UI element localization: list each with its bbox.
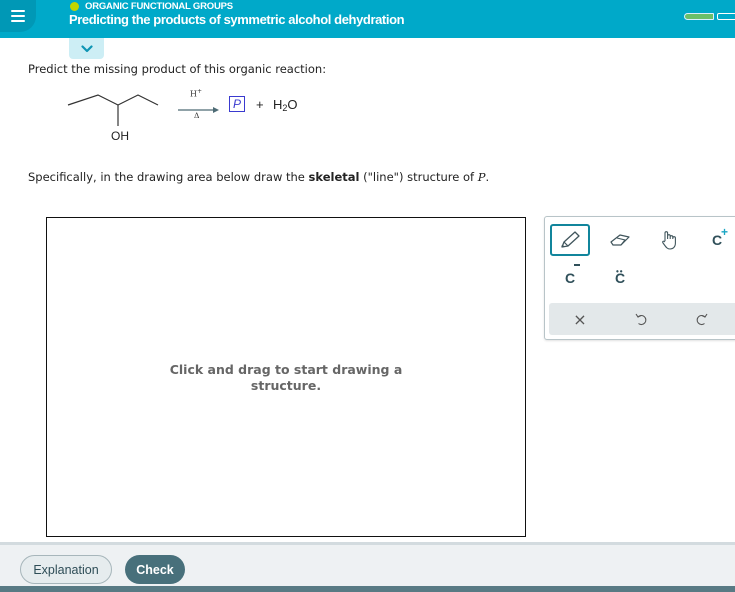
drawing-canvas[interactable]: Click and drag to start drawing a struct…	[46, 217, 526, 537]
positive-charge-icon: C +	[712, 225, 728, 248]
instruction-text-mid: ("line") structure of	[359, 170, 478, 184]
hand-icon	[662, 231, 676, 250]
redo-icon	[696, 313, 708, 326]
lone-pair-icon: C ••	[615, 267, 625, 286]
positive-charge-tool-button[interactable]: C +	[697, 224, 735, 256]
reaction-scheme	[67, 94, 219, 126]
hamburger-menu-icon	[11, 10, 25, 22]
negative-charge-icon: C	[564, 264, 580, 286]
topic-status-dot-icon	[70, 1, 79, 11]
lone-pair-tool-button[interactable]: C ••	[600, 262, 640, 294]
eraser-tool-button[interactable]	[600, 224, 640, 256]
reagent-acid-main: H	[190, 89, 197, 99]
product-placeholder: P	[229, 96, 245, 112]
drawing-instruction: Specifically, in the drawing area below …	[28, 170, 489, 184]
lone-pair-dots: ••	[615, 267, 624, 276]
top-bar: ORGANIC FUNCTIONAL GROUPS Predicting the…	[0, 0, 735, 38]
byproduct-water: H2O	[273, 97, 298, 113]
progress-indicator	[684, 13, 735, 20]
undo-icon	[635, 313, 647, 326]
topic-line: ORGANIC FUNCTIONAL GROUPS	[70, 0, 233, 12]
instruction-period: .	[485, 170, 490, 184]
explanation-button[interactable]: Explanation	[20, 555, 112, 584]
instruction-bold: skeletal	[308, 170, 360, 184]
chevron-down-icon	[80, 44, 93, 52]
charge-atom-label: C	[564, 270, 576, 286]
menu-button[interactable]	[0, 0, 36, 32]
clear-button[interactable]: ×	[560, 303, 600, 335]
reagent-acid: H+	[190, 88, 202, 99]
reagent-acid-charge: +	[196, 88, 203, 95]
canvas-hint: Click and drag to start drawing a struct…	[47, 362, 525, 394]
water-o: O	[287, 97, 298, 112]
reaction-plus: +	[256, 97, 264, 112]
drawing-toolbar: C + C C •• ×	[544, 216, 735, 340]
instruction-text: Specifically, in the drawing area below …	[28, 170, 309, 184]
canvas-hint-line2: structure.	[250, 378, 322, 393]
page-title: Predicting the products of symmetric alc…	[69, 12, 405, 27]
water-h: H	[273, 97, 283, 112]
question-prompt: Predict the missing product of this orga…	[28, 62, 327, 76]
topic-label: ORGANIC FUNCTIONAL GROUPS	[85, 0, 233, 12]
canvas-hint-line1: Click and drag to start drawing a	[169, 362, 403, 377]
close-icon: ×	[573, 309, 587, 329]
eraser-icon	[610, 234, 630, 246]
pencil-icon	[561, 231, 580, 248]
undo-button[interactable]	[621, 303, 661, 335]
bottom-strip	[0, 586, 735, 592]
negative-charge-tool-button[interactable]: C	[550, 262, 590, 294]
action-bar: ×	[549, 303, 735, 335]
minus-sign	[573, 264, 580, 266]
progress-segment-empty	[717, 13, 735, 20]
hand-tool-button[interactable]	[649, 224, 689, 256]
reactant-skeleton	[67, 94, 159, 106]
plus-sign: +	[720, 225, 728, 239]
redo-button[interactable]	[682, 303, 722, 335]
pencil-tool-button[interactable]	[550, 224, 590, 256]
reagent-heat: Δ	[194, 111, 200, 120]
reactant-hydroxyl-label: OH	[111, 129, 129, 143]
check-button[interactable]: Check	[125, 555, 185, 584]
footer: Explanation Check	[0, 542, 735, 586]
progress-segment-filled	[684, 13, 714, 20]
collapse-header-button[interactable]	[69, 38, 104, 59]
reaction-arrow-head	[213, 107, 219, 113]
